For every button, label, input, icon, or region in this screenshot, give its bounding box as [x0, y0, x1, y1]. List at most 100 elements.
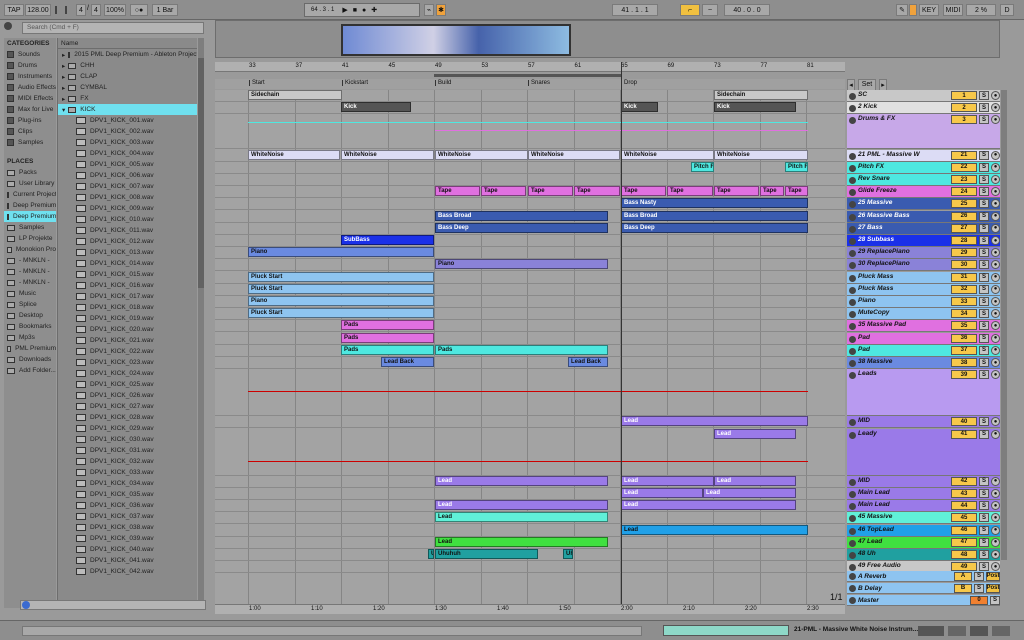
track-activator[interactable]: 47: [951, 537, 977, 547]
arrangement-clip[interactable]: Tape: [714, 186, 759, 197]
track-header[interactable]: Pad 37 S ●: [847, 344, 1000, 357]
arrangement-clip[interactable]: WhiteNoise: [341, 149, 434, 160]
track-header[interactable]: 48 Uh 48 S ●: [847, 549, 1000, 561]
track-name[interactable]: 47 Lead: [856, 538, 949, 545]
track-header[interactable]: Piano 33 S ●: [847, 296, 1000, 308]
place-item[interactable]: Downloads: [4, 354, 56, 365]
solo-button[interactable]: S: [979, 272, 989, 282]
clip-play-icon[interactable]: [849, 105, 856, 113]
arrangement-position[interactable]: 64 . 3 . 1: [311, 7, 334, 13]
arrangement-clip[interactable]: Piano: [248, 247, 434, 258]
arm-button[interactable]: ●: [991, 501, 1000, 511]
arrangement-clip[interactable]: WhiteNoise: [248, 149, 340, 160]
arrangement-clip[interactable]: Lead: [621, 524, 808, 535]
solo-button[interactable]: S: [979, 150, 989, 160]
solo-button[interactable]: S: [979, 562, 989, 572]
category-item[interactable]: Audio Effects: [4, 82, 56, 93]
file-item[interactable]: DPV1_KICK_033.wav: [58, 467, 197, 478]
clip-play-icon[interactable]: [849, 419, 856, 427]
track-lane[interactable]: [215, 320, 845, 333]
arm-button[interactable]: ●: [991, 370, 1000, 380]
clip-play-icon[interactable]: [849, 225, 856, 233]
track-header[interactable]: SC 1 S ●: [847, 90, 1000, 102]
track-activator[interactable]: 25: [951, 199, 977, 209]
category-item[interactable]: Sounds: [4, 49, 56, 60]
arrangement-clip[interactable]: Lead: [435, 512, 608, 523]
clip-play-icon[interactable]: [849, 360, 856, 367]
key-map-button[interactable]: KEY: [919, 4, 939, 16]
track-activator[interactable]: 43: [951, 489, 977, 498]
track-activator[interactable]: 35: [951, 321, 977, 331]
track-lane[interactable]: [215, 235, 845, 247]
track-header[interactable]: 35 Massive Pad 35 S ●: [847, 320, 1000, 333]
loop-brace[interactable]: [434, 74, 622, 77]
arrangement-clip[interactable]: Bass Nasty: [621, 198, 808, 209]
solo-button[interactable]: S: [979, 550, 989, 559]
arrangement-clip[interactable]: Kick: [621, 102, 658, 113]
clip-play-icon[interactable]: [849, 335, 856, 343]
file-item[interactable]: DPV1_KICK_009.wav: [58, 203, 197, 214]
track-activator[interactable]: 40: [951, 417, 977, 427]
folder-item[interactable]: ▸ CLAP: [58, 71, 197, 82]
post-button[interactable]: Post: [986, 571, 1000, 581]
solo-button[interactable]: S: [979, 297, 989, 306]
solo-button[interactable]: S: [979, 489, 989, 498]
loop-toggle[interactable]: ⌐: [680, 4, 700, 16]
track-activator[interactable]: 31: [951, 272, 977, 282]
arm-button[interactable]: ●: [991, 284, 1000, 294]
arrangement-clip[interactable]: Pads: [341, 332, 434, 343]
track-header[interactable]: Leady 41 S ●: [847, 428, 1000, 476]
solo-button[interactable]: S: [979, 345, 989, 355]
set-locator-button[interactable]: Set: [858, 78, 876, 91]
track-activator[interactable]: 32: [951, 284, 977, 294]
track-header[interactable]: Leads 39 S ●: [847, 369, 1000, 417]
track-name[interactable]: Main Lead: [856, 501, 949, 508]
arrangement-clip[interactable]: Pluck Start: [248, 271, 434, 282]
clip-play-icon[interactable]: [849, 213, 856, 221]
track-header[interactable]: 45 Massive 45 S ●: [847, 512, 1000, 525]
solo-button[interactable]: S: [979, 223, 989, 233]
category-item[interactable]: Drums: [4, 60, 56, 71]
loop-start-field[interactable]: 41 . 1 . 1: [612, 4, 658, 16]
arrangement-clip[interactable]: Uh: [563, 549, 573, 559]
automation-icon[interactable]: ⌁: [424, 4, 434, 16]
follow-icon[interactable]: ○●: [130, 4, 148, 16]
clip-play-icon[interactable]: [849, 238, 856, 245]
place-item[interactable]: User Library: [4, 178, 56, 189]
disclosure-icon[interactable]: ▸: [62, 84, 65, 92]
arrangement-clip[interactable]: Tape: [621, 186, 666, 197]
solo-button[interactable]: S: [990, 595, 1000, 605]
clip-play-icon[interactable]: [849, 372, 856, 380]
track-header[interactable]: Pad 36 S ●: [847, 332, 1000, 345]
arm-button[interactable]: ●: [991, 345, 1000, 355]
tempo-field[interactable]: 128.00: [25, 4, 51, 16]
clip-play-icon[interactable]: [849, 274, 856, 282]
track-header[interactable]: 47 Lead 47 S ●: [847, 536, 1000, 549]
track-name[interactable]: Glide Freeze: [856, 187, 949, 194]
arrangement-clip[interactable]: Tape: [528, 186, 573, 197]
arrangement-clip[interactable]: Lead Back: [381, 357, 434, 367]
arrangement-clip[interactable]: Pads: [341, 344, 434, 355]
track-name[interactable]: MID: [856, 477, 949, 484]
track-header[interactable]: MuteCopy 34 S ●: [847, 308, 1000, 321]
track-header[interactable]: 2 Kick 2 S ●: [847, 102, 1000, 115]
clip-play-icon[interactable]: [849, 93, 856, 100]
clip-play-icon[interactable]: [849, 527, 856, 535]
solo-button[interactable]: S: [979, 476, 989, 486]
track-name[interactable]: Pad: [856, 334, 949, 341]
file-item[interactable]: DPV1_KICK_025.wav: [58, 379, 197, 390]
arm-button[interactable]: ●: [991, 175, 1000, 184]
track-name[interactable]: 48 Uh: [856, 550, 949, 557]
arm-button[interactable]: ●: [991, 429, 1000, 439]
arrangement-clip[interactable]: Pitch FX: [691, 161, 714, 172]
file-item[interactable]: DPV1_KICK_012.wav: [58, 236, 197, 247]
file-item[interactable]: DPV1_KICK_014.wav: [58, 258, 197, 269]
arrangement-clip[interactable]: Lead: [621, 488, 703, 498]
track-name[interactable]: 45 Massive: [856, 513, 949, 520]
arm-button[interactable]: ●: [991, 115, 1000, 125]
locator-marker[interactable]: Snares: [528, 80, 550, 86]
file-item[interactable]: DPV1_KICK_028.wav: [58, 412, 197, 423]
midi-map-button[interactable]: MIDI: [943, 4, 963, 16]
folder-item[interactable]: ▾ KICK: [58, 104, 197, 115]
bar-ruler[interactable]: 33 37 41 45 49 53 57 61 65 69 73 77 81: [215, 62, 845, 72]
